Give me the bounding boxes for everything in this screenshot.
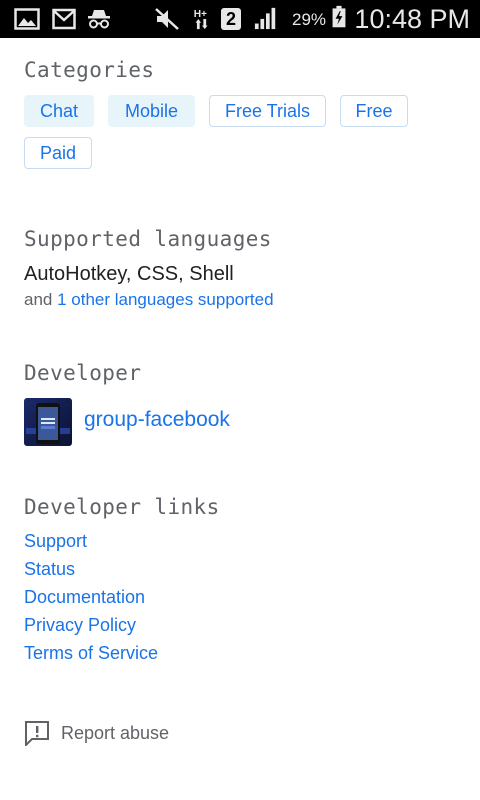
developer-avatar[interactable] <box>24 398 72 446</box>
chip-free-trials[interactable]: Free Trials <box>209 95 326 127</box>
languages-more: and 1 other languages supported <box>24 290 274 310</box>
languages-more-prefix: and <box>24 290 58 309</box>
svg-text:H+: H+ <box>194 9 207 20</box>
report-abuse-button[interactable]: Report abuse <box>24 718 169 748</box>
report-abuse-label: Report abuse <box>61 722 170 743</box>
incognito-icon <box>88 10 110 29</box>
battery-charging-icon <box>332 5 346 28</box>
network-type-icon: H+ <box>194 9 208 30</box>
documentation-link[interactable]: Documentation <box>24 587 145 608</box>
privacy-policy-link[interactable]: Privacy Policy <box>24 615 136 636</box>
status-bar: H+ 2 29% 10:48 PM <box>0 0 480 38</box>
terms-of-service-link[interactable]: Terms of Service <box>24 643 158 664</box>
languages-heading: Supported languages <box>24 227 272 251</box>
support-link[interactable]: Support <box>24 531 87 552</box>
developer-heading: Developer <box>24 361 142 385</box>
chip-chat[interactable]: Chat <box>24 95 94 127</box>
developer-links-heading: Developer links <box>24 495 220 519</box>
gallery-icon <box>14 8 40 30</box>
chip-mobile[interactable]: Mobile <box>108 95 195 127</box>
chip-paid[interactable]: Paid <box>24 137 92 169</box>
other-languages-link[interactable]: 1 other languages supported <box>57 290 273 309</box>
mute-icon <box>155 8 179 30</box>
status-link[interactable]: Status <box>24 559 75 580</box>
developer-name-link[interactable]: group-facebook <box>84 408 230 432</box>
chip-free[interactable]: Free <box>340 95 408 127</box>
categories-heading: Categories <box>24 58 155 82</box>
gmail-icon <box>52 8 76 30</box>
battery-percent: 29% <box>292 10 327 29</box>
report-icon <box>25 721 49 746</box>
languages-list: AutoHotkey, CSS, Shell <box>24 263 234 285</box>
clock: 10:48 PM <box>354 4 470 34</box>
signal-icon <box>254 7 276 30</box>
sim-badge: 2 <box>221 8 241 30</box>
